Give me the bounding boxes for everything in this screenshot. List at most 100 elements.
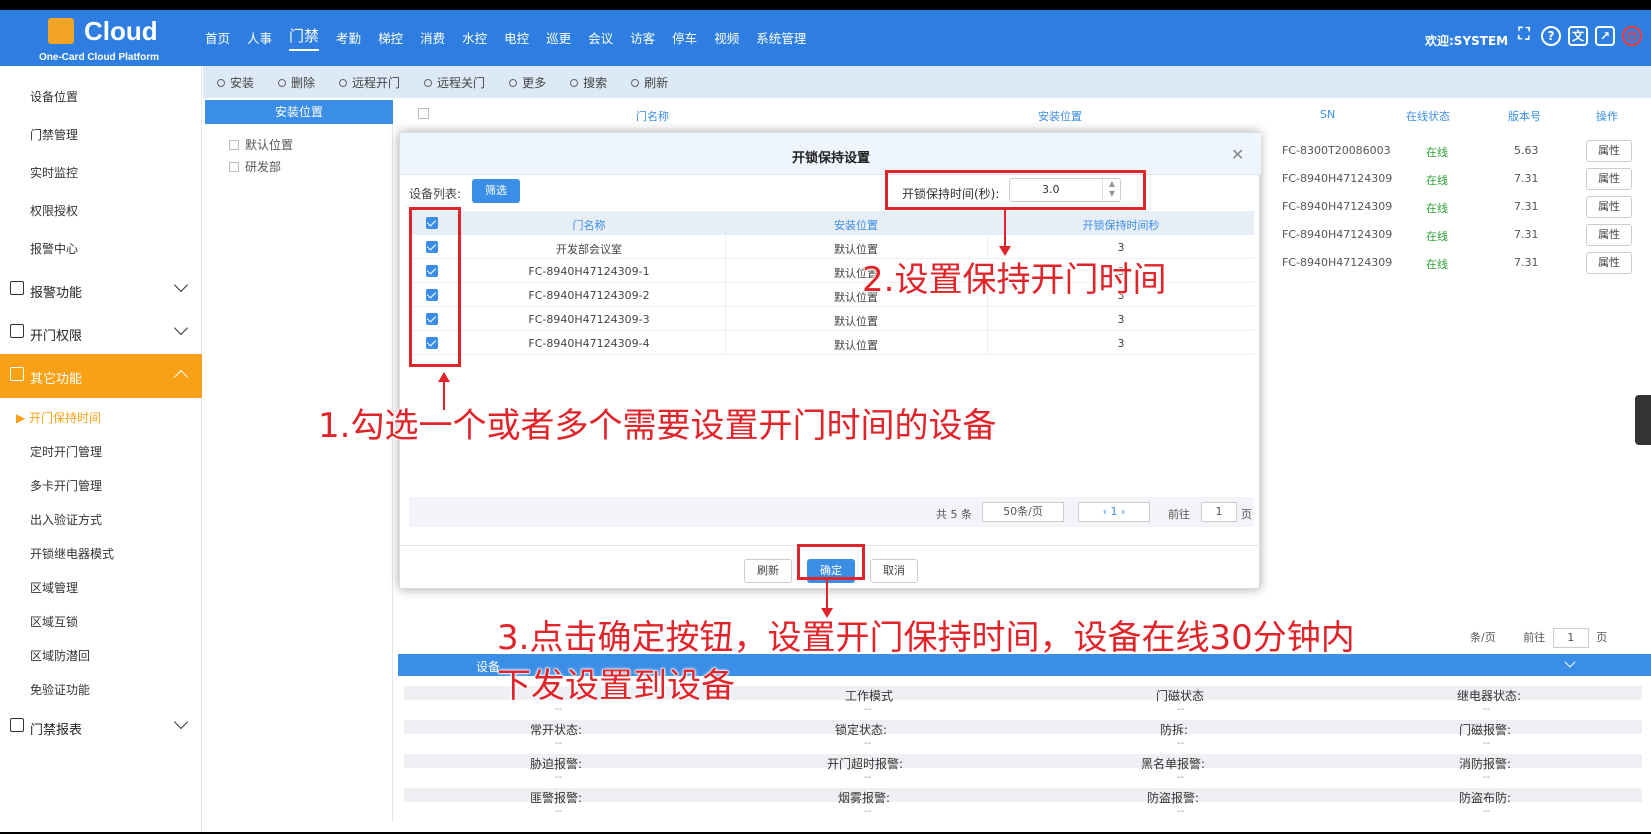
fullscreen-icon[interactable]: ⛶ <box>1514 26 1534 46</box>
info-value: -- <box>1177 772 1185 783</box>
search-button[interactable]: 搜索 <box>570 74 607 91</box>
properties-button[interactable]: 属性 <box>1586 140 1632 162</box>
sidebar-item-verify-mode[interactable]: 出入验证方式 <box>30 511 102 528</box>
table-row[interactable]: FC-8940H47124309-4 默认位置 3 <box>409 331 1254 355</box>
logo[interactable]: Cloud One-Card Cloud Platform <box>36 14 186 64</box>
info-value: -- <box>1483 738 1491 749</box>
tree-checkbox[interactable] <box>229 140 239 150</box>
sidebar-group-alarm[interactable]: 报警功能 <box>0 268 202 312</box>
nav-video[interactable]: 视频 <box>714 28 739 51</box>
refresh-button[interactable]: 刷新 <box>631 74 668 91</box>
nav-water[interactable]: 水控 <box>462 28 487 51</box>
nav-meeting[interactable]: 会议 <box>588 28 613 51</box>
sidebar-item-anti-passback[interactable]: 区域防潜回 <box>30 647 90 664</box>
properties-button[interactable]: 属性 <box>1586 224 1632 246</box>
table-row[interactable]: FC-8940H47124309-3 默认位置 3 <box>409 307 1254 331</box>
page-size-select[interactable]: 50条/页 <box>982 502 1064 522</box>
sidebar-item-relay-mode[interactable]: 开锁继电器模式 <box>30 545 114 562</box>
info-value: -- <box>1177 704 1185 715</box>
sidebar-item-timed-open[interactable]: 定时开门管理 <box>30 443 102 460</box>
cancel-button[interactable]: 取消 <box>870 559 918 583</box>
chevron-down-icon <box>173 320 189 336</box>
remote-close-button[interactable]: 远程关门 <box>424 74 485 91</box>
more-button[interactable]: 更多 <box>509 74 546 91</box>
sidebar-group-access-report[interactable]: 门禁报表 <box>0 705 202 749</box>
sidebar-item-realtime-monitor[interactable]: 实时监控 <box>30 164 78 181</box>
close-icon[interactable]: ✕ <box>1231 145 1244 164</box>
info-value: -- <box>1483 806 1491 817</box>
sidebar-item-multicard-open[interactable]: 多卡开门管理 <box>30 477 102 494</box>
info-value: -- <box>555 738 563 749</box>
nav-hr[interactable]: 人事 <box>247 28 272 51</box>
sidebar-item-access-management[interactable]: 门禁管理 <box>30 126 78 143</box>
cell-door-name: FC-8940H47124309-3 <box>528 313 650 326</box>
sidebar-item-device-location[interactable]: 设备位置 <box>30 88 78 105</box>
table-pager: 条/页 前往 1 页 <box>1470 628 1607 648</box>
info-value: -- <box>555 806 563 817</box>
sidebar-item-no-verify[interactable]: 免验证功能 <box>30 681 90 698</box>
properties-button[interactable]: 属性 <box>1586 252 1632 274</box>
goto-page-input[interactable]: 1 <box>1552 628 1589 648</box>
cell-door-name: FC-8940H47124309-2 <box>528 289 650 302</box>
help-icon[interactable]: ? <box>1541 26 1561 46</box>
sidebar-item-hold-time[interactable]: ▶ 开门保持时间 <box>16 409 101 426</box>
button-label: 更多 <box>522 75 547 90</box>
filter-button[interactable]: 筛选 <box>472 179 520 203</box>
remote-open-button[interactable]: 远程开门 <box>339 74 400 91</box>
install-button[interactable]: 安装 <box>217 74 254 91</box>
nav-system[interactable]: 系统管理 <box>756 28 806 51</box>
translate-icon[interactable]: 文 <box>1568 26 1588 46</box>
annotation-box-checkboxes <box>409 207 461 367</box>
tree-node-rd[interactable]: 研发部 <box>229 158 281 175</box>
tree-node-label: 研发部 <box>245 160 282 174</box>
col-location[interactable]: 安装位置 <box>1038 108 1082 124</box>
cell-status: 在线 <box>1426 230 1448 243</box>
cell-sn: FC-8300T20086003 <box>1282 144 1391 157</box>
col-online-status[interactable]: 在线状态 <box>1406 108 1450 124</box>
sidebar-group-door-permission[interactable]: 开门权限 <box>0 311 202 355</box>
properties-button[interactable]: 属性 <box>1586 196 1632 218</box>
nav-patrol[interactable]: 巡更 <box>546 28 571 51</box>
grid-icon <box>10 367 24 381</box>
power-icon[interactable]: ⏻ <box>1622 26 1642 46</box>
info-value: -- <box>864 806 872 817</box>
delete-button[interactable]: 删除 <box>278 74 315 91</box>
cell-status: 在线 <box>1426 258 1448 271</box>
refresh-button[interactable]: 刷新 <box>744 559 792 583</box>
nav-parking[interactable]: 停车 <box>672 28 697 51</box>
tree-checkbox[interactable] <box>229 162 239 172</box>
cell-version: 7.31 <box>1514 200 1539 213</box>
properties-button[interactable]: 属性 <box>1586 168 1632 190</box>
cell-version: 7.31 <box>1514 172 1539 185</box>
annotation-step2: 2.设置保持开门时间 <box>861 260 1167 301</box>
external-link-icon[interactable]: ↗ <box>1595 26 1615 46</box>
door-icon <box>10 324 24 338</box>
col-door-name[interactable]: 门名称 <box>636 108 669 124</box>
col-version[interactable]: 版本号 <box>1508 108 1541 124</box>
nav-access-control[interactable]: 门禁 <box>289 25 320 51</box>
side-collapse-tab[interactable] <box>1635 395 1651 445</box>
sidebar-item-alarm-center[interactable]: 报警中心 <box>30 240 78 257</box>
chevron-down-icon[interactable] <box>1564 656 1576 668</box>
sidebar-item-area-interlock[interactable]: 区域互锁 <box>30 613 78 630</box>
nav-elevator[interactable]: 梯控 <box>378 28 403 51</box>
info-value: -- <box>864 738 872 749</box>
sidebar-item-permission-auth[interactable]: 权限授权 <box>30 202 78 219</box>
nav-power[interactable]: 电控 <box>504 28 529 51</box>
page-number[interactable]: ‹ 1 › <box>1078 502 1150 522</box>
select-all-checkbox[interactable] <box>418 108 429 119</box>
tree-node-default[interactable]: 默认位置 <box>229 136 293 153</box>
button-label: 远程开门 <box>352 75 401 90</box>
nav-home[interactable]: 首页 <box>205 28 230 51</box>
nav-attendance[interactable]: 考勤 <box>336 28 361 51</box>
goto-page-input[interactable]: 1 <box>1201 502 1237 522</box>
sidebar-item-area-management[interactable]: 区域管理 <box>30 579 78 596</box>
top-bar: Cloud One-Card Cloud Platform 首页 人事 门禁 考… <box>0 10 1651 66</box>
button-label: 远程关门 <box>437 75 486 90</box>
nav-consumption[interactable]: 消费 <box>420 28 445 51</box>
nav-visitor[interactable]: 访客 <box>630 28 655 51</box>
sidebar-group-other-functions[interactable]: 其它功能 <box>0 354 202 398</box>
col-sn[interactable]: SN <box>1320 108 1335 121</box>
page-size-select[interactable]: 条/页 <box>1470 631 1496 644</box>
info-door-sensor: 门磁状态 <box>1156 689 1205 703</box>
